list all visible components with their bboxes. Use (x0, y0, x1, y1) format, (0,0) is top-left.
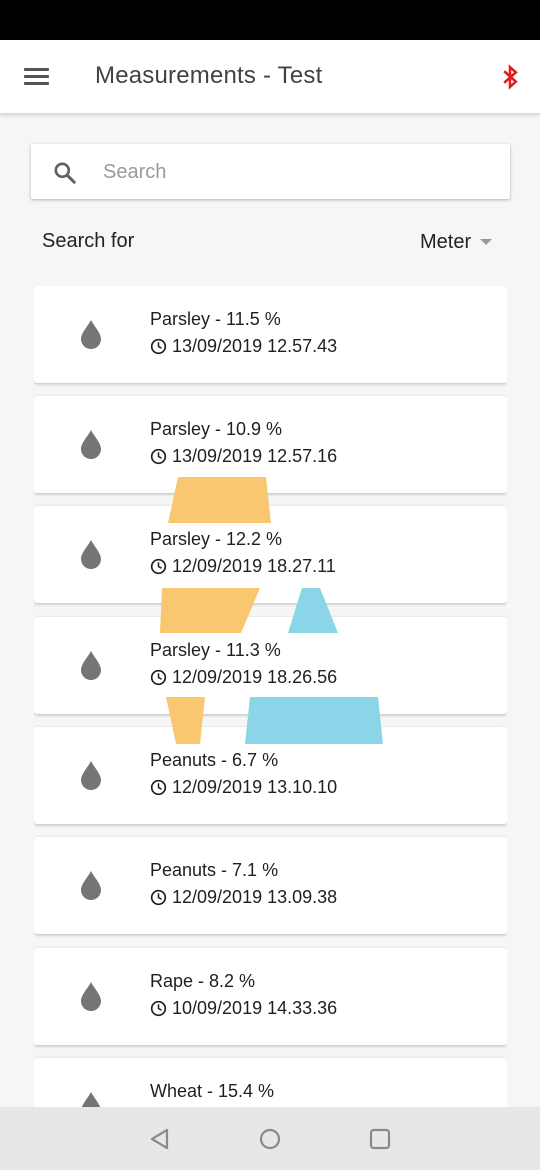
search-icon (54, 162, 76, 184)
search-for-dropdown[interactable]: Meter (420, 229, 493, 255)
search-for-label: Search for (42, 230, 135, 252)
clock-icon (150, 1000, 167, 1017)
measurement-title: Wheat - 15.4 % (150, 1081, 275, 1101)
measurement-time: 12/09/2019 18.26.56 (150, 667, 337, 688)
hamburger-menu-icon-bar (24, 75, 49, 78)
measurement-title: Parsley - 11.5 % (150, 309, 281, 329)
chevron-down-icon (480, 239, 493, 245)
back-triangle-icon (150, 1128, 169, 1150)
water-drop-icon (81, 871, 101, 900)
back-button[interactable] (147, 1126, 173, 1152)
home-button[interactable] (257, 1126, 283, 1152)
measurement-title: Parsley - 12.2 % (150, 529, 283, 549)
bluetooth-button[interactable] (496, 63, 524, 91)
measurement-card[interactable]: Parsley - 11.3 % 12/09/2019 18.26.56 (34, 617, 507, 714)
water-drop-icon (81, 651, 101, 680)
status-bar (0, 0, 540, 40)
clock-icon (150, 669, 167, 686)
measurement-timestamp: 12/09/2019 18.27.11 (172, 556, 336, 576)
page-title: Measurements - Test (95, 62, 323, 89)
water-drop-icon (81, 982, 101, 1011)
measurement-title: Parsley - 10.9 % (150, 419, 283, 439)
water-drop-icon (81, 430, 101, 459)
water-drop-icon (81, 540, 101, 569)
water-drop-icon (81, 761, 101, 790)
screen: { "app_bar": { "title": "Measurements - … (0, 0, 540, 1170)
search-input[interactable] (103, 156, 493, 188)
system-nav-bar (0, 1107, 540, 1170)
measurement-card[interactable]: Wheat - 15.4 % (34, 1058, 507, 1107)
measurement-title: Peanuts - 7.1 % (150, 860, 279, 880)
measurement-time: 12/09/2019 18.27.11 (150, 556, 336, 577)
measurement-timestamp: 12/09/2019 13.10.10 (172, 777, 338, 797)
dropdown-selected-value: Meter (420, 230, 472, 253)
measurement-card[interactable]: Parsley - 10.9 % 13/09/2019 12.57.16 (34, 396, 507, 493)
search-bar[interactable] (31, 144, 510, 199)
measurement-time: 12/09/2019 13.10.10 (150, 777, 337, 798)
measurement-card[interactable]: Parsley - 11.5 % 13/09/2019 12.57.43 (34, 286, 507, 383)
water-drop-icon (81, 320, 101, 349)
measurement-list[interactable]: Parsley - 11.5 % 13/09/2019 12.57.43 Par… (34, 286, 507, 1107)
measurement-title: Peanuts - 6.7 % (150, 750, 279, 770)
measurement-timestamp: 10/09/2019 14.33.36 (172, 998, 338, 1018)
hamburger-menu-icon (24, 68, 49, 71)
measurement-timestamp: 12/09/2019 18.26.56 (172, 667, 338, 687)
measurement-card[interactable]: Rape - 8.2 % 10/09/2019 14.33.36 (34, 948, 507, 1045)
measurement-title: Rape - 8.2 % (150, 971, 256, 991)
bluetooth-icon (503, 64, 518, 90)
app-bar: Measurements - Test (0, 40, 540, 114)
menu-button[interactable] (20, 62, 54, 92)
clock-icon (150, 338, 167, 355)
measurement-timestamp: 13/09/2019 12.57.16 (172, 446, 338, 466)
clock-icon (150, 779, 167, 796)
measurement-card[interactable]: Parsley - 12.2 % 12/09/2019 18.27.11 (34, 506, 507, 603)
measurement-time: 13/09/2019 12.57.43 (150, 336, 337, 357)
clock-icon (150, 889, 167, 906)
measurement-time: 12/09/2019 13.09.38 (150, 887, 337, 908)
measurement-card[interactable]: Peanuts - 6.7 % 12/09/2019 13.10.10 (34, 727, 507, 824)
measurement-title: Parsley - 11.3 % (150, 640, 281, 660)
measurement-time: 10/09/2019 14.33.36 (150, 998, 337, 1019)
measurement-card[interactable]: Peanuts - 7.1 % 12/09/2019 13.09.38 (34, 837, 507, 934)
clock-icon (150, 558, 167, 575)
water-drop-icon (81, 1092, 101, 1107)
measurement-time: 13/09/2019 12.57.16 (150, 446, 337, 467)
recents-button[interactable] (367, 1126, 393, 1152)
home-circle-icon (259, 1128, 281, 1150)
clock-icon (150, 448, 167, 465)
recents-square-icon (369, 1128, 391, 1150)
hamburger-menu-icon-bar (24, 82, 49, 85)
measurement-timestamp: 13/09/2019 12.57.43 (172, 336, 338, 356)
measurement-timestamp: 12/09/2019 13.09.38 (172, 887, 338, 907)
